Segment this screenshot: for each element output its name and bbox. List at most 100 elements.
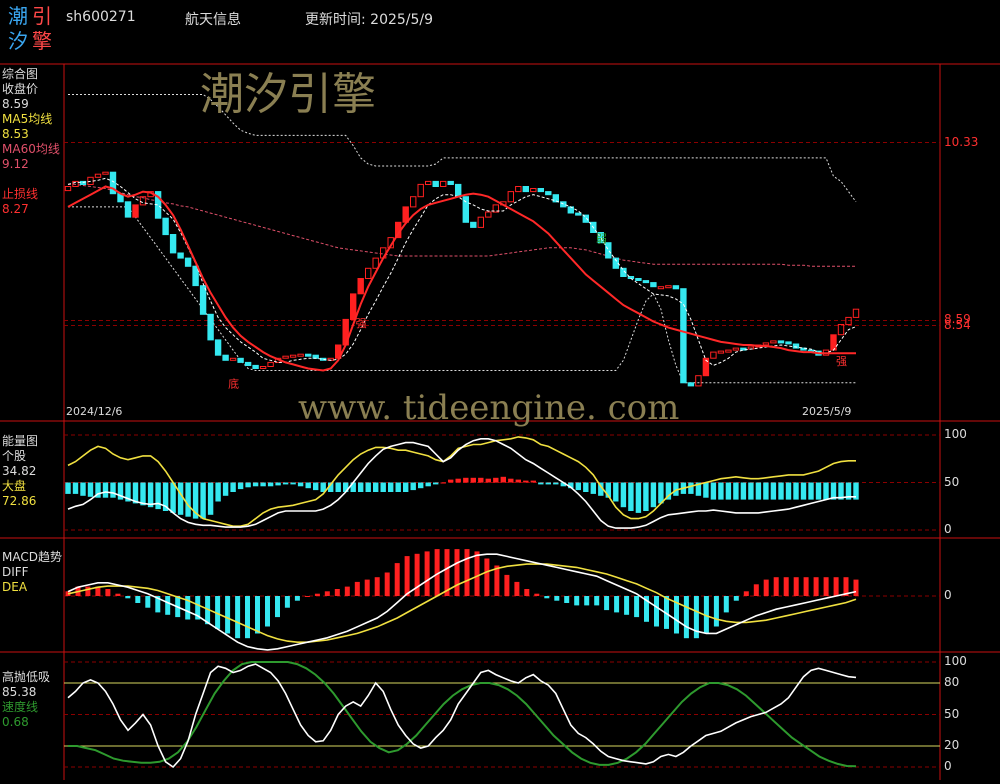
macd-bar bbox=[314, 593, 320, 596]
macd-bar bbox=[255, 596, 260, 634]
energy-bar bbox=[313, 482, 319, 491]
energy-bar bbox=[628, 482, 634, 511]
energy-bar bbox=[267, 482, 274, 487]
candle bbox=[785, 341, 792, 345]
energy-bar bbox=[425, 482, 431, 487]
candle bbox=[207, 313, 214, 341]
energy-bar bbox=[275, 482, 281, 486]
energy-bar bbox=[455, 478, 461, 483]
energy-bar bbox=[297, 482, 304, 487]
main-legend-label: 9.12 bbox=[2, 157, 29, 171]
candle bbox=[477, 216, 485, 228]
energy-axis-label: 50 bbox=[944, 474, 960, 489]
macd-bar bbox=[474, 551, 480, 596]
energy-bar bbox=[583, 482, 589, 492]
energy-bar bbox=[545, 482, 551, 485]
candle bbox=[440, 180, 447, 187]
macd-bar bbox=[514, 581, 520, 596]
macd-bar bbox=[354, 581, 360, 596]
candle bbox=[777, 340, 785, 344]
gaopao-legend-label: 85.38 bbox=[2, 685, 37, 699]
main-legend-label: 8.53 bbox=[2, 127, 29, 141]
macd-bar bbox=[773, 577, 779, 596]
macd-bar bbox=[374, 577, 380, 596]
macd-bar bbox=[344, 586, 350, 596]
energy-bar bbox=[80, 482, 86, 496]
energy-bar bbox=[252, 482, 259, 487]
energy-bar bbox=[395, 482, 401, 492]
candle bbox=[470, 221, 477, 228]
energy-bar bbox=[710, 482, 717, 500]
macd-bar bbox=[753, 584, 759, 596]
macd-bar bbox=[494, 565, 500, 596]
main-legend-label: 收盘价 bbox=[2, 82, 39, 96]
energy-bar bbox=[530, 480, 536, 483]
macd-bar bbox=[85, 586, 91, 596]
macd-bar bbox=[723, 596, 729, 613]
energy-bar bbox=[785, 482, 792, 500]
candle bbox=[657, 286, 665, 290]
chart-stage: 底强弱强 潮引 汐擎 sh600271 航天信息 更新时间: 2025/5/9 … bbox=[0, 0, 1000, 780]
main-legend-label: MA60均线 bbox=[2, 142, 60, 156]
stock-name: 航天信息 bbox=[185, 12, 241, 28]
candle bbox=[485, 211, 492, 218]
energy-bar bbox=[620, 482, 627, 508]
candle bbox=[259, 366, 267, 369]
energy-bar bbox=[478, 477, 484, 483]
energy-bar bbox=[102, 482, 109, 498]
candle bbox=[447, 180, 454, 185]
macd-bar bbox=[713, 596, 719, 627]
signal-label: 强 bbox=[836, 355, 847, 368]
candle bbox=[132, 204, 139, 218]
macd-bar bbox=[534, 593, 540, 596]
energy-bar bbox=[740, 482, 747, 500]
candle bbox=[672, 285, 680, 290]
candle bbox=[515, 186, 522, 193]
candle bbox=[732, 347, 740, 351]
candle bbox=[537, 188, 544, 193]
candle bbox=[410, 196, 417, 208]
energy-bar bbox=[388, 482, 394, 492]
candle bbox=[365, 267, 372, 279]
energy-bar bbox=[538, 482, 544, 485]
macd-bar bbox=[454, 549, 460, 596]
macd-bar bbox=[813, 577, 819, 596]
energy-bar bbox=[305, 482, 311, 489]
energy-bar bbox=[515, 479, 521, 483]
macd-bar bbox=[364, 579, 370, 596]
candle bbox=[229, 357, 237, 361]
energy-bar bbox=[590, 482, 596, 494]
energy-bar bbox=[613, 482, 619, 502]
candle bbox=[845, 316, 852, 326]
macd-bar bbox=[823, 577, 829, 596]
energy-bar bbox=[207, 482, 214, 515]
upper-band-line bbox=[68, 94, 857, 203]
energy-bar bbox=[808, 482, 814, 500]
main-legend-label: MA5均线 bbox=[2, 112, 53, 126]
macd-bar bbox=[225, 596, 231, 634]
signal-label: 强 bbox=[356, 317, 367, 330]
energy-legend-label: 大盘 bbox=[2, 479, 27, 493]
macd-bar bbox=[574, 596, 580, 606]
gaopao-axis-label: 80 bbox=[944, 675, 960, 689]
macd-bar bbox=[504, 574, 510, 596]
candle bbox=[282, 355, 289, 359]
energy-bar bbox=[282, 482, 289, 485]
energy-bar bbox=[815, 482, 822, 500]
energy-bar bbox=[200, 482, 206, 519]
energy-bar bbox=[365, 482, 371, 492]
macd-bar bbox=[853, 579, 859, 596]
energy-bar bbox=[470, 477, 476, 483]
macd-bar bbox=[105, 589, 111, 596]
stoploss-line bbox=[67, 185, 856, 372]
energy-bar bbox=[72, 482, 79, 494]
macd-bar bbox=[564, 596, 570, 603]
energy-bar bbox=[222, 482, 229, 496]
candle bbox=[687, 382, 695, 387]
candle bbox=[830, 334, 837, 351]
energy-bar bbox=[733, 482, 739, 500]
macd-bar bbox=[524, 589, 530, 596]
energy-bar bbox=[433, 482, 439, 485]
energy-bar bbox=[650, 482, 657, 508]
candle bbox=[702, 357, 710, 377]
